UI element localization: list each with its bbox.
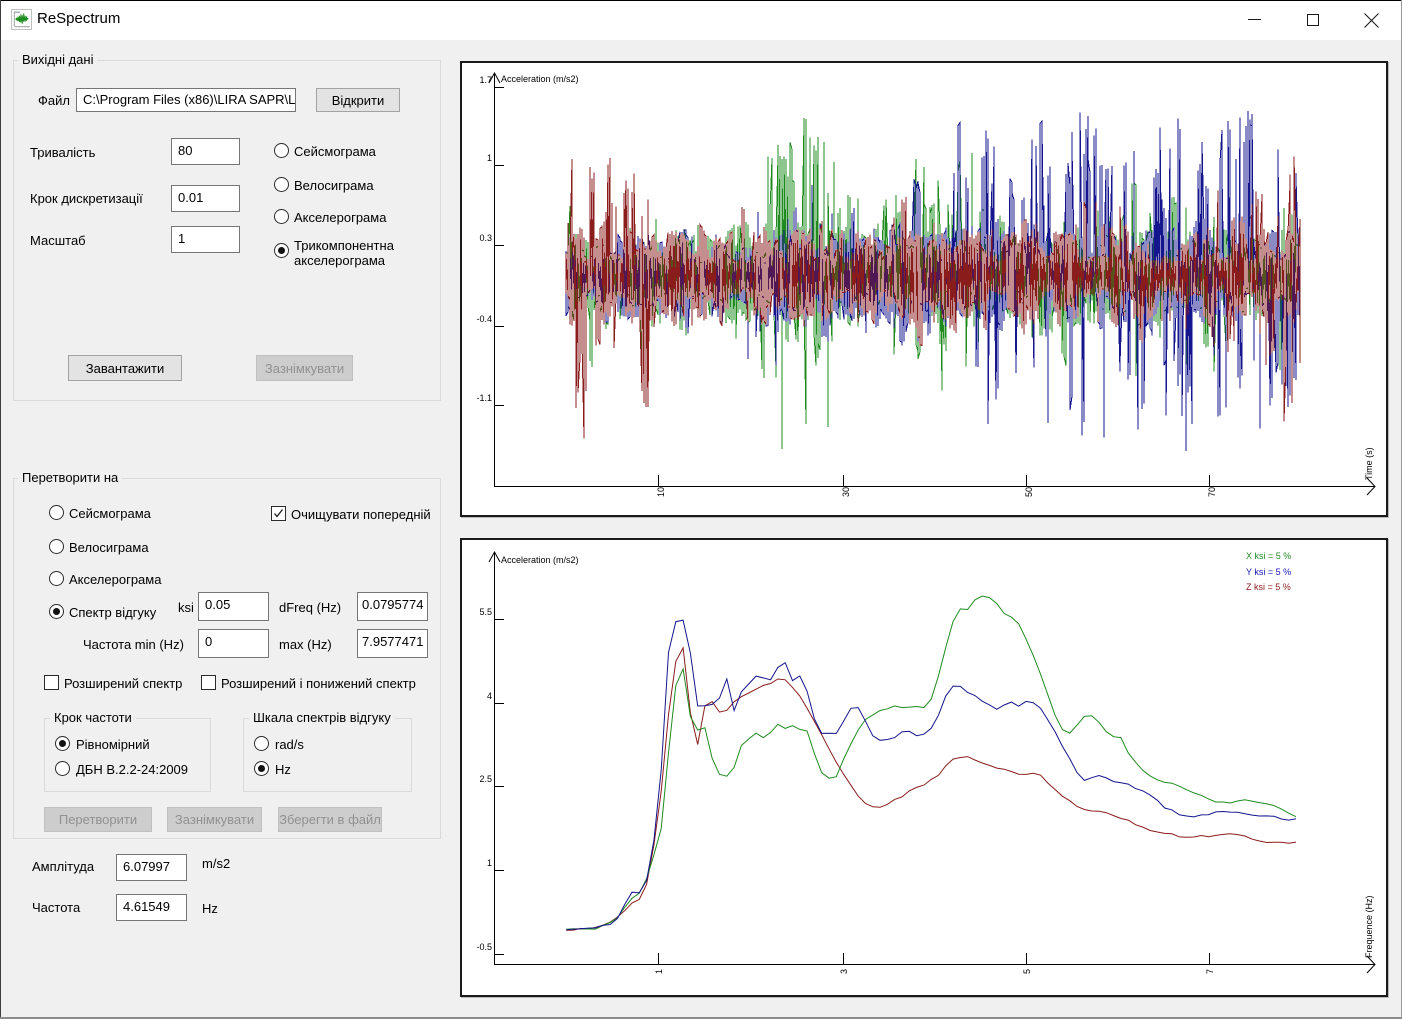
svg-text:Acceleration (m/s2): Acceleration (m/s2): [501, 555, 579, 565]
svg-text:70: 70: [1207, 487, 1217, 497]
svg-text:Y ksi = 5 %: Y ksi = 5 %: [1246, 567, 1291, 577]
svg-text:Frequence (Hz): Frequence (Hz): [1364, 895, 1374, 958]
svg-text:1.7: 1.7: [479, 75, 492, 85]
svg-text:2.5: 2.5: [479, 774, 492, 784]
svg-text:4: 4: [487, 691, 492, 701]
svg-text:-0.4: -0.4: [476, 314, 492, 324]
svg-text:5: 5: [1022, 969, 1032, 974]
svg-text:0.3: 0.3: [479, 233, 492, 243]
svg-text:X ksi = 5 %: X ksi = 5 %: [1246, 551, 1291, 561]
svg-text:5.5: 5.5: [479, 607, 492, 617]
svg-text:Acceleration (m/s2): Acceleration (m/s2): [501, 74, 579, 84]
svg-text:7: 7: [1205, 969, 1215, 974]
svg-text:30: 30: [841, 487, 851, 497]
svg-text:Z ksi = 5 %: Z ksi = 5 %: [1246, 582, 1291, 592]
svg-text:-1.1: -1.1: [476, 393, 492, 403]
svg-text:50: 50: [1024, 487, 1034, 497]
svg-text:1: 1: [487, 858, 492, 868]
svg-text:3: 3: [839, 969, 849, 974]
svg-text:1: 1: [487, 153, 492, 163]
svg-text:10: 10: [656, 487, 666, 497]
svg-text:-0.5: -0.5: [476, 942, 492, 952]
svg-text:Time (s): Time (s): [1364, 447, 1374, 480]
svg-text:1: 1: [654, 969, 664, 974]
